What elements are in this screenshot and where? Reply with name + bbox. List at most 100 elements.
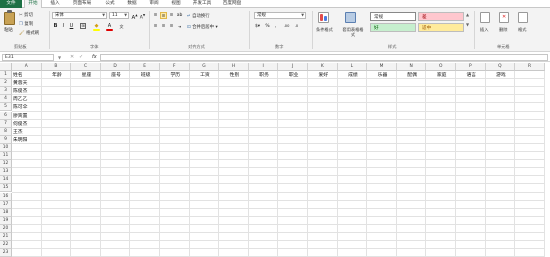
align-top-icon[interactable]: ≡: [152, 12, 159, 19]
row-header[interactable]: 16: [0, 192, 12, 201]
format-painter-button[interactable]: 🖌 格式刷: [19, 30, 39, 36]
column-header[interactable]: R: [515, 63, 545, 71]
chevron-down-icon[interactable]: ▼: [58, 55, 61, 60]
align-right-icon[interactable]: ≡: [168, 23, 175, 30]
underline-button[interactable]: U: [68, 23, 75, 30]
italic-button[interactable]: I: [60, 23, 67, 30]
style-bad[interactable]: 差: [418, 12, 464, 21]
align-bottom-icon[interactable]: ≡: [168, 12, 175, 19]
header-cell[interactable]: 乐器: [367, 72, 397, 79]
comma-style-icon[interactable]: ,: [272, 23, 279, 30]
merge-center-button[interactable]: ⊡ 合并后居中 ▾: [187, 24, 218, 30]
bold-button[interactable]: B: [52, 23, 59, 30]
spreadsheet-grid[interactable]: A B C D E F G H I J K L M N O P Q R 1 2 3 4 5 6 7 8 9 10 11 12 13 14 15 1…: [0, 63, 550, 257]
insert-cells-icon[interactable]: [480, 12, 490, 23]
border-icon[interactable]: ⊞: [80, 23, 86, 29]
align-left-icon[interactable]: ≡: [152, 23, 159, 30]
row-header[interactable]: 14: [0, 176, 12, 185]
style-neutral[interactable]: 适中: [418, 23, 464, 32]
header-cell[interactable]: 姓名: [12, 72, 42, 79]
paste-button[interactable]: 粘贴: [4, 27, 13, 33]
tab-page-layout[interactable]: 页面布局: [68, 0, 96, 8]
row-header[interactable]: 15: [0, 184, 12, 193]
align-middle-icon[interactable]: ≡: [160, 12, 167, 19]
header-cell[interactable]: 配偶: [397, 72, 427, 79]
increase-decimal-icon[interactable]: .00: [283, 23, 290, 30]
row-header[interactable]: 10: [0, 143, 12, 152]
row-header[interactable]: 3: [0, 87, 12, 96]
column-header[interactable]: Q: [485, 63, 516, 71]
insert-button[interactable]: 插入: [480, 27, 488, 33]
format-button[interactable]: 格式: [518, 27, 526, 33]
file-menu-button[interactable]: 文件: [0, 0, 22, 8]
header-cell[interactable]: 职务: [249, 72, 279, 79]
style-good[interactable]: 好: [370, 23, 416, 32]
name-cell[interactable]: 周乙乙: [12, 96, 42, 103]
enter-icon[interactable]: ✓: [79, 54, 83, 60]
row-header[interactable]: 21: [0, 233, 12, 242]
row-header[interactable]: 19: [0, 216, 12, 225]
name-cell[interactable]: 王杰: [12, 129, 42, 136]
row-header[interactable]: 1: [0, 71, 12, 80]
row-header[interactable]: 13: [0, 168, 12, 177]
tab-home[interactable]: 开始: [24, 0, 42, 8]
header-cell[interactable]: 家庭: [426, 72, 456, 79]
column-header[interactable]: C: [71, 63, 101, 71]
indent-icon[interactable]: ⇥: [176, 23, 183, 30]
column-header[interactable]: P: [456, 63, 486, 71]
header-cell[interactable]: 班级: [130, 72, 160, 79]
name-cell[interactable]: 朱明阳: [12, 137, 42, 144]
name-cell[interactable]: 廖宾置: [12, 113, 42, 120]
paste-icon[interactable]: [4, 12, 15, 25]
name-cell[interactable]: 陈俊杰: [12, 88, 42, 95]
column-header[interactable]: B: [41, 63, 72, 71]
wrap-text-button[interactable]: ↵ 自动换行: [187, 13, 210, 19]
row-header[interactable]: 20: [0, 224, 12, 233]
styles-scroll-down-icon[interactable]: ▼: [466, 22, 469, 27]
row-header[interactable]: 2: [0, 79, 12, 88]
column-header[interactable]: K: [308, 63, 338, 71]
row-header[interactable]: 5: [0, 103, 12, 112]
insert-function-button[interactable]: fx: [92, 53, 97, 62]
column-header[interactable]: N: [396, 63, 427, 71]
header-cell[interactable]: 职业: [278, 72, 308, 79]
column-header[interactable]: E: [130, 63, 160, 71]
header-cell[interactable]: 座号: [101, 72, 131, 79]
row-header[interactable]: 6: [0, 111, 12, 120]
header-cell[interactable]: 性别: [219, 72, 249, 79]
select-all-button[interactable]: [0, 63, 12, 71]
tab-view[interactable]: 视图: [167, 0, 185, 8]
conditional-formatting-button[interactable]: 条件格式: [316, 27, 333, 33]
increase-font-icon[interactable]: A▲: [131, 12, 138, 21]
phonetic-icon[interactable]: 文: [118, 23, 125, 30]
currency-icon[interactable]: $▾: [254, 23, 261, 30]
name-box[interactable]: E31: [2, 54, 54, 61]
name-cell[interactable]: 何俊杰: [12, 121, 42, 128]
delete-button[interactable]: 删除: [499, 27, 507, 33]
tab-baidu-netdisk[interactable]: 百度网盘: [219, 0, 245, 8]
header-cell[interactable]: 语言: [456, 72, 486, 79]
tab-review[interactable]: 审阅: [145, 0, 163, 8]
percent-icon[interactable]: %: [264, 23, 271, 30]
column-header[interactable]: M: [367, 63, 397, 71]
header-cell[interactable]: 爱好: [308, 72, 338, 79]
row-header[interactable]: 17: [0, 200, 12, 209]
column-header[interactable]: H: [219, 63, 249, 71]
decrease-font-icon[interactable]: A▼: [139, 12, 146, 21]
header-cell[interactable]: 成绩: [338, 72, 368, 79]
font-size-select[interactable]: 11 ▼: [109, 12, 129, 19]
row-header[interactable]: 23: [0, 249, 12, 257]
column-header[interactable]: G: [189, 63, 220, 71]
header-cell[interactable]: 工资: [190, 72, 220, 79]
tab-insert[interactable]: 插入: [46, 0, 64, 8]
format-as-table-icon[interactable]: [345, 12, 356, 23]
row-header[interactable]: 8: [0, 127, 12, 136]
column-header[interactable]: D: [100, 63, 131, 71]
column-header[interactable]: O: [426, 63, 456, 71]
row-header[interactable]: 18: [0, 208, 12, 217]
formula-input[interactable]: [100, 54, 548, 61]
style-normal[interactable]: 常规: [370, 12, 416, 21]
orientation-icon[interactable]: ab: [176, 12, 183, 19]
row-header[interactable]: 12: [0, 160, 12, 169]
number-format-select[interactable]: 常规 ▼: [254, 12, 306, 19]
